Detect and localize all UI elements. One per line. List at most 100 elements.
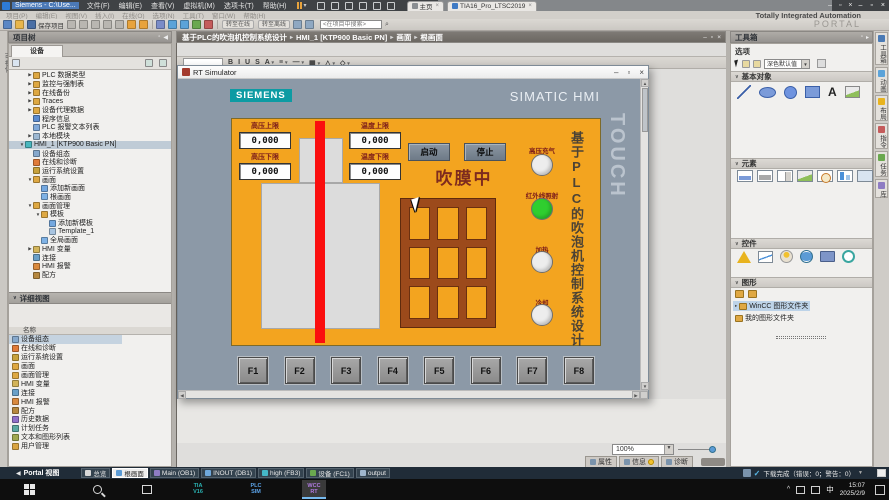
zoom-slider[interactable]	[678, 449, 714, 450]
section-elements[interactable]: ∨元素	[731, 158, 872, 169]
editor-chip[interactable]: 设备 (FC1)	[306, 468, 353, 478]
task-view-icon[interactable]	[142, 485, 152, 494]
tree-item[interactable]: 连接	[9, 253, 171, 262]
date-time-field-icon[interactable]	[817, 170, 833, 182]
copy-icon[interactable]	[91, 20, 100, 29]
guest-window-controls[interactable]: –▫×	[828, 1, 852, 11]
function-key[interactable]: F1	[238, 357, 268, 384]
chevron-down-icon[interactable]: ▼	[858, 470, 863, 476]
download-icon[interactable]	[168, 20, 177, 29]
vmware-toolbar-icons[interactable]	[317, 2, 395, 10]
ellipse-icon[interactable]	[759, 87, 776, 98]
indicator-lamp[interactable]	[531, 198, 553, 220]
pointer-icon[interactable]	[734, 60, 740, 68]
tree-item[interactable]: ▶在线备份	[9, 88, 171, 97]
rt-window-controls[interactable]: – ▫ ×	[614, 68, 644, 77]
upload-icon[interactable]	[180, 20, 189, 29]
tree-item[interactable]: 添加新画面	[9, 184, 171, 193]
tree-item[interactable]: 根画面	[9, 193, 171, 202]
text-field-icon[interactable]: A	[828, 86, 837, 99]
rt-simulator-titlebar[interactable]: RT Simulator – ▫ ×	[178, 66, 648, 79]
vmware-window-controls[interactable]: –▫×	[859, 1, 885, 11]
tree-filter-icon[interactable]	[12, 59, 20, 67]
editor-chip[interactable]: 根画面	[112, 468, 148, 478]
scroll-thumb[interactable]	[642, 88, 648, 132]
print-icon[interactable]	[67, 20, 76, 29]
visualization-rail[interactable]: 可视化	[0, 31, 8, 467]
tree-item[interactable]: ▶HMI 变量	[9, 245, 171, 254]
detail-view-header[interactable]: ∨详细视图	[9, 292, 171, 304]
section-grip[interactable]	[776, 336, 826, 339]
start-button[interactable]: 启动	[408, 143, 450, 161]
breadcrumb-item[interactable]: 根画面	[420, 32, 443, 43]
close-icon[interactable]: ×	[436, 3, 440, 9]
style-dropdown[interactable]: 深色默认值 ▼	[764, 59, 810, 69]
alarm-view-icon[interactable]	[737, 251, 751, 263]
tree-item[interactable]: 配方	[9, 271, 171, 280]
tree-item[interactable]: 在线和诊断	[9, 158, 171, 167]
button-icon[interactable]	[757, 170, 773, 182]
status-message[interactable]: ✓ 下载完成（错误：0；警告：0） ▼	[743, 468, 863, 478]
new-project-icon[interactable]	[3, 20, 12, 29]
search-input[interactable]	[320, 20, 382, 29]
collapse-panel-icon[interactable]: ◀	[163, 34, 168, 41]
breadcrumb-item[interactable]: 画面	[396, 32, 411, 43]
system-diagnostics-icon[interactable]	[842, 250, 855, 263]
bar-icon[interactable]	[837, 170, 853, 182]
cut-icon[interactable]	[79, 20, 88, 29]
grid-icon[interactable]	[753, 60, 761, 68]
cross-reference-icon[interactable]	[293, 20, 302, 29]
save-project-label[interactable]: 保存项目	[38, 20, 64, 30]
task-card-工具箱[interactable]: 工具箱	[875, 32, 888, 65]
editor-chip[interactable]: output	[356, 468, 390, 478]
editor-chip[interactable]: 总览	[81, 468, 110, 478]
undo-icon[interactable]	[127, 20, 136, 29]
limit-field-input[interactable]	[349, 132, 401, 149]
pin-icon[interactable]: ▫	[861, 34, 863, 41]
breadcrumb-item[interactable]: HMI_1 [KTP900 Basic PN]	[296, 33, 387, 42]
list-item[interactable]: 用户管理	[9, 442, 171, 451]
tree-item[interactable]: ▶PLC 数据类型	[9, 71, 171, 80]
close-icon[interactable]: ×	[639, 68, 644, 77]
window-control-icon[interactable]: –	[703, 34, 707, 41]
section-controls[interactable]: ∨控件	[731, 238, 872, 249]
menu-item[interactable]: 文件(F)	[87, 1, 110, 11]
scroll-up-icon[interactable]: ▲	[641, 79, 649, 87]
function-key[interactable]: F8	[564, 357, 594, 384]
io-field-icon[interactable]	[737, 170, 753, 182]
go-offline-button[interactable]: 转至离线	[258, 20, 290, 29]
graphics-folder-item[interactable]: 我的图形文件夹	[733, 313, 796, 323]
function-key[interactable]: F6	[471, 357, 501, 384]
html-browser-icon[interactable]	[800, 250, 813, 263]
limit-field-input[interactable]	[349, 163, 401, 180]
paste-icon[interactable]	[103, 20, 112, 29]
lasso-icon[interactable]	[742, 60, 750, 68]
minimize-icon[interactable]: –	[614, 68, 618, 77]
tree-item[interactable]: 全局画面	[9, 236, 171, 245]
menu-item[interactable]: 帮助(H)	[263, 1, 287, 11]
tree-item[interactable]: ▶监控与强制表	[9, 80, 171, 89]
rt-vertical-scrollbar[interactable]: ▲ ▼	[640, 79, 648, 390]
editor-chip[interactable]: Main (OB1)	[150, 468, 199, 478]
tree-item[interactable]: ▶本地模块	[9, 132, 171, 141]
menu-item[interactable]: 查看(V)	[151, 1, 174, 11]
window-control-icon[interactable]: ×	[717, 34, 721, 41]
notification-icon[interactable]	[877, 469, 886, 477]
function-key[interactable]: F7	[517, 357, 547, 384]
close-icon[interactable]: ×	[528, 3, 532, 9]
portal-view-button[interactable]: Portal 视图	[24, 468, 60, 478]
stop-button[interactable]: 停止	[464, 143, 506, 161]
save-project-icon[interactable]	[27, 20, 36, 29]
line-icon[interactable]	[737, 85, 751, 99]
graphic-io-field-icon[interactable]	[797, 170, 813, 182]
editor-window-controls[interactable]: –▫×	[703, 34, 721, 41]
recipe-view-icon[interactable]	[820, 251, 835, 262]
chevron-down-icon[interactable]: ▼	[664, 445, 673, 454]
taskbar-app[interactable]: WCCRT	[302, 480, 326, 499]
tree-item[interactable]: 添加新模板	[9, 219, 171, 228]
pause-vm-icon[interactable]	[297, 2, 302, 9]
toolbox-header-icons[interactable]: ▫▸	[861, 34, 869, 41]
clock[interactable]: 15:07 2025/2/9	[840, 482, 865, 497]
start-simulation-icon[interactable]	[192, 20, 201, 29]
function-key[interactable]: F3	[331, 357, 361, 384]
